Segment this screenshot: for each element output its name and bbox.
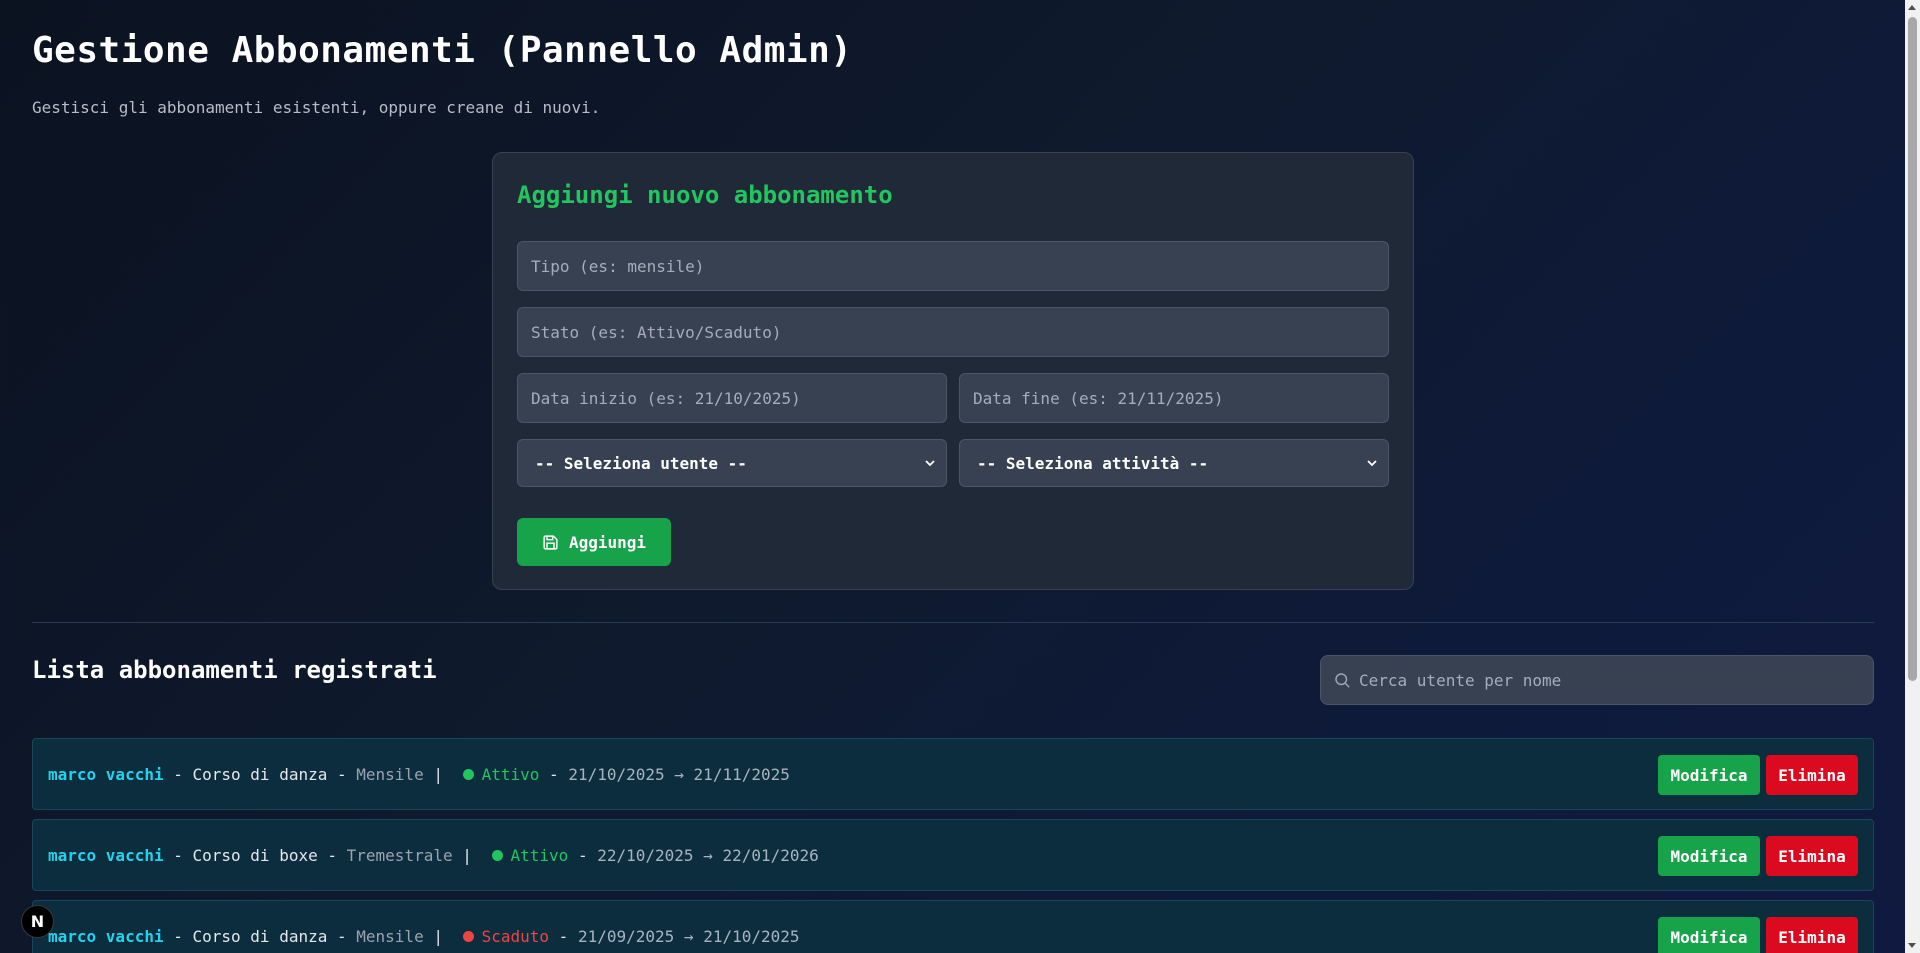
list-item: marco vacchi - Corso di boxe - Tremestra… xyxy=(32,819,1874,891)
separator: - xyxy=(549,926,578,946)
user-name[interactable]: marco vacchi xyxy=(48,765,164,784)
add-subscription-form: Aggiungi nuovo abbonamento -- Seleziona … xyxy=(492,152,1414,590)
list-title: Lista abbonamenti registrati xyxy=(32,656,437,684)
tipo-input[interactable] xyxy=(517,241,1389,291)
separator: - xyxy=(317,845,347,865)
add-button[interactable]: Aggiungi xyxy=(517,518,671,566)
activity-name: Corso di boxe xyxy=(192,845,318,865)
end-date: 21/11/2025 xyxy=(693,764,790,784)
data-fine-input[interactable] xyxy=(959,373,1389,423)
delete-button[interactable]: Elimina xyxy=(1766,755,1858,795)
separator: - xyxy=(327,926,357,946)
status-dot-icon xyxy=(491,849,503,861)
edit-button[interactable]: Modifica xyxy=(1658,917,1760,953)
start-date: 21/10/2025 xyxy=(568,764,665,784)
status-badge: Scaduto xyxy=(481,926,550,946)
chevron-down-icon xyxy=(1367,460,1377,467)
delete-button[interactable]: Elimina xyxy=(1766,917,1858,953)
separator: - xyxy=(327,764,357,784)
page-subtitle: Gestisci gli abbonamenti esistenti, oppu… xyxy=(32,98,601,117)
delete-button[interactable]: Elimina xyxy=(1766,836,1858,876)
scrollbar-thumb[interactable] xyxy=(1908,17,1917,681)
user-select[interactable]: -- Seleziona utente -- xyxy=(517,439,947,487)
edit-button[interactable]: Modifica xyxy=(1658,755,1760,795)
search-icon xyxy=(1335,673,1350,688)
data-inizio-input[interactable] xyxy=(517,373,947,423)
arrow-separator: → xyxy=(693,845,723,865)
end-date: 21/10/2025 xyxy=(703,926,800,946)
subscription-type: Mensile xyxy=(356,764,424,784)
user-name[interactable]: marco vacchi xyxy=(48,846,164,865)
activity-select[interactable]: -- Seleziona attività -- xyxy=(959,439,1389,487)
activity-select-value: -- Seleziona attività -- xyxy=(977,453,1209,473)
status-badge: Attivo xyxy=(481,764,540,784)
list-item-text: marco vacchi - Corso di danza - Mensile … xyxy=(48,739,790,809)
activity-name: Corso di danza xyxy=(192,764,328,784)
status-dot-icon xyxy=(462,930,474,942)
list-item-text: marco vacchi - Corso di danza - Mensile … xyxy=(48,901,800,953)
separator: - xyxy=(568,845,598,865)
nextjs-logo-icon[interactable]: N xyxy=(21,905,54,938)
form-title: Aggiungi nuovo abbonamento xyxy=(517,181,893,209)
activity-name: Corso di danza xyxy=(192,926,328,946)
user-name[interactable]: marco vacchi xyxy=(48,927,164,946)
chevron-down-icon xyxy=(925,460,935,467)
page: Gestione Abbonamenti (Pannello Admin) Ge… xyxy=(32,0,1874,953)
search-input[interactable] xyxy=(1359,670,1873,690)
separator: - xyxy=(539,764,569,784)
end-date: 22/01/2026 xyxy=(722,845,819,865)
status-badge: Attivo xyxy=(510,845,569,865)
separator: - xyxy=(163,845,193,865)
separator: - xyxy=(163,764,193,784)
arrow-separator: → xyxy=(664,764,694,784)
subscription-type: Mensile xyxy=(356,926,424,946)
scrollbar[interactable] xyxy=(1905,0,1920,953)
section-divider xyxy=(32,622,1874,623)
edit-button[interactable]: Modifica xyxy=(1658,836,1760,876)
pipe-separator: | xyxy=(423,764,453,784)
list-item: marco vacchi - Corso di danza - Mensile … xyxy=(32,900,1874,953)
start-date: 21/09/2025 xyxy=(577,926,675,946)
search-box[interactable] xyxy=(1320,655,1874,705)
page-title: Gestione Abbonamenti (Pannello Admin) xyxy=(32,30,853,71)
separator: - xyxy=(163,926,193,946)
arrow-separator: → xyxy=(674,926,704,946)
start-date: 22/10/2025 xyxy=(597,845,694,865)
subscription-type: Tremestrale xyxy=(346,845,453,865)
pipe-separator: | xyxy=(423,926,453,946)
scroll-up-icon[interactable] xyxy=(1908,5,1916,10)
user-select-value: -- Seleziona utente -- xyxy=(535,453,747,473)
list-item-text: marco vacchi - Corso di boxe - Tremestra… xyxy=(48,820,819,890)
stato-input[interactable] xyxy=(517,307,1389,357)
save-icon xyxy=(543,534,558,550)
pipe-separator: | xyxy=(452,845,482,865)
add-button-label: Aggiungi xyxy=(568,532,647,552)
list-item: marco vacchi - Corso di danza - Mensile … xyxy=(32,738,1874,810)
scroll-down-icon[interactable] xyxy=(1908,943,1916,948)
status-dot-icon xyxy=(462,768,474,780)
